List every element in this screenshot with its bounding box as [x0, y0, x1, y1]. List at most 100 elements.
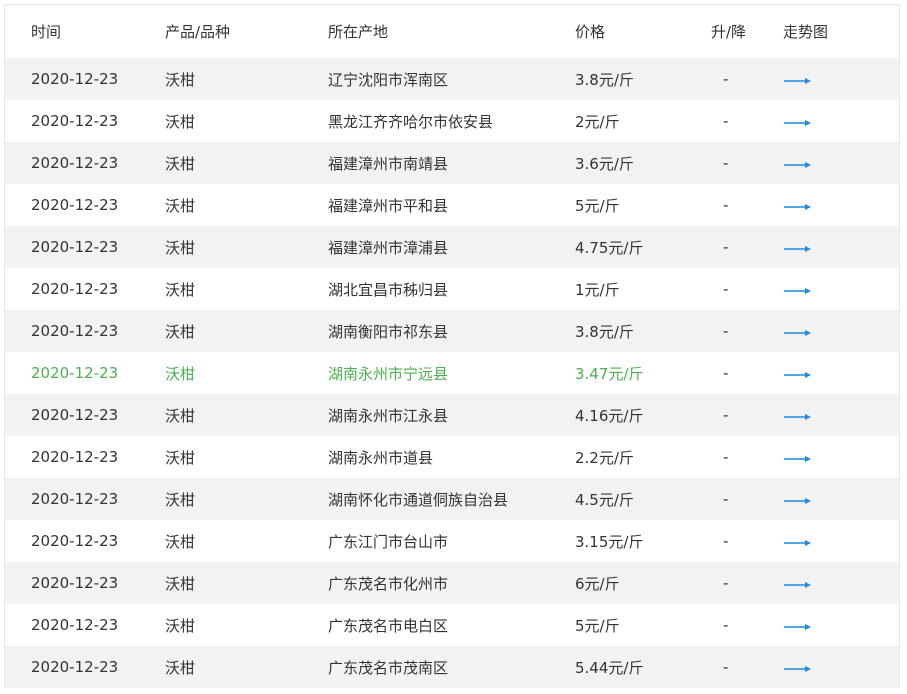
- cell-trend[interactable]: [779, 196, 899, 214]
- cell-product: 沃柑: [165, 616, 196, 635]
- cell-trend[interactable]: [779, 490, 899, 508]
- cell-date: 2020-12-23: [31, 490, 119, 508]
- table-body: 2020-12-23 沃柑 辽宁沈阳市浑南区 3.8元/斤 -2020-12-23 沃柑黑…: [5, 58, 899, 688]
- cell-trend[interactable]: [779, 280, 899, 298]
- cell-price: 3.15元/斤: [575, 532, 644, 551]
- arrow-right-icon[interactable]: [783, 118, 813, 128]
- arrow-right-icon[interactable]: [783, 412, 813, 422]
- arrow-right-icon[interactable]: [783, 244, 813, 254]
- column-header-origin: 所在产地: [328, 23, 389, 41]
- cell-product: 沃柑: [165, 658, 196, 677]
- cell-change: -: [723, 490, 729, 508]
- cell-change: -: [723, 196, 729, 214]
- cell-origin: 湖南永州市宁远县: [328, 364, 449, 383]
- arrow-right-icon[interactable]: [783, 202, 813, 212]
- cell-origin: 湖南永州市江永县: [328, 406, 449, 425]
- cell-price: 4.16元/斤: [575, 406, 644, 425]
- cell-product: 沃柑: [165, 574, 196, 593]
- column-header-change: 升/降: [711, 23, 747, 41]
- cell-price: 6元/斤: [575, 574, 620, 593]
- arrow-right-icon[interactable]: [783, 160, 813, 170]
- arrow-right-icon[interactable]: [783, 496, 813, 506]
- cell-price: 3.47元/斤: [575, 364, 644, 383]
- cell-change: -: [723, 364, 729, 382]
- cell-price: 3.6元/斤: [575, 154, 634, 173]
- cell-change: -: [723, 406, 729, 424]
- table-row[interactable]: 2020-12-23 沃柑 湖北宜昌市秭归县 1元/斤 -: [5, 268, 899, 310]
- price-table: 时间 产品/品种 所在产地 价格 升/降 走势图 2020-12-23 沃柑 辽宁沈…: [4, 4, 900, 688]
- cell-origin: 广东茂名市茂南区: [328, 658, 449, 677]
- cell-trend[interactable]: [779, 154, 899, 172]
- arrow-right-icon[interactable]: [783, 580, 813, 590]
- cell-date: 2020-12-23: [31, 532, 119, 550]
- table-row[interactable]: 2020-12-23 沃柑 广东茂名市电白区 5元/斤 -: [5, 604, 899, 646]
- cell-date: 2020-12-23: [31, 574, 119, 592]
- cell-trend[interactable]: [779, 616, 899, 634]
- table-row[interactable]: 2020-12-23 沃柑 广东茂名市茂南区 5.44元/斤 -: [5, 646, 899, 688]
- cell-price: 4.75元/斤: [575, 238, 644, 257]
- cell-trend[interactable]: [779, 364, 899, 382]
- table-row[interactable]: 2020-12-23 沃柑 福建漳州市平和县 5元/斤 -: [5, 184, 899, 226]
- cell-product: 沃柑: [165, 406, 196, 425]
- table-row[interactable]: 2020-12-23 沃柑 广东江门市台山市 3.15元/斤 -: [5, 520, 899, 562]
- cell-change: -: [723, 658, 729, 676]
- cell-origin: 湖南永州市道县: [328, 448, 434, 467]
- table-row[interactable]: 2020-12-23 沃柑 湖南怀化市通道侗族自治县 4.5元/斤 -: [5, 478, 899, 520]
- cell-origin: 广东茂名市电白区: [328, 616, 449, 635]
- cell-price: 1元/斤: [575, 280, 620, 299]
- table-row[interactable]: 2020-12-23 沃柑 湖南永州市道县 2.2元/斤 -: [5, 436, 899, 478]
- cell-product: 沃柑: [165, 280, 196, 299]
- table-row[interactable]: 2020-12-23 沃柑 黑龙江齐齐哈尔市依安县 2元/斤 -: [5, 100, 899, 142]
- table-row[interactable]: 2020-12-23 沃柑 福建漳州市漳浦县 4.75元/斤 -: [5, 226, 899, 268]
- cell-trend[interactable]: [779, 238, 899, 256]
- cell-product: 沃柑: [165, 196, 196, 215]
- table-row[interactable]: 2020-12-23 沃柑 福建漳州市南靖县 3.6元/斤 -: [5, 142, 899, 184]
- cell-trend[interactable]: [779, 574, 899, 592]
- arrow-right-icon[interactable]: [783, 286, 813, 296]
- arrow-right-icon[interactable]: [783, 76, 813, 86]
- cell-change: -: [723, 280, 729, 298]
- cell-date: 2020-12-23: [31, 658, 119, 676]
- cell-origin: 福建漳州市平和县: [328, 196, 449, 215]
- cell-product: 沃柑: [165, 70, 196, 89]
- cell-change: -: [723, 112, 729, 130]
- cell-product: 沃柑: [165, 154, 196, 173]
- cell-trend[interactable]: [779, 322, 899, 340]
- arrow-right-icon[interactable]: [783, 454, 813, 464]
- cell-date: 2020-12-23: [31, 196, 119, 214]
- cell-price: 5.44元/斤: [575, 658, 644, 677]
- cell-trend[interactable]: [779, 70, 899, 88]
- table-row[interactable]: 2020-12-23 沃柑 湖南永州市宁远县 3.47元/斤 -: [5, 352, 899, 394]
- cell-trend[interactable]: [779, 406, 899, 424]
- cell-trend[interactable]: [779, 112, 899, 130]
- cell-origin: 黑龙江齐齐哈尔市依安县: [328, 112, 494, 131]
- cell-product: 沃柑: [165, 112, 196, 131]
- cell-origin: 福建漳州市南靖县: [328, 154, 449, 173]
- table-row[interactable]: 2020-12-23 沃柑 湖南永州市江永县 4.16元/斤 -: [5, 394, 899, 436]
- cell-date: 2020-12-23: [31, 448, 119, 466]
- cell-date: 2020-12-23: [31, 70, 119, 88]
- arrow-right-icon[interactable]: [783, 538, 813, 548]
- cell-trend[interactable]: [779, 448, 899, 466]
- arrow-right-icon[interactable]: [783, 664, 813, 674]
- column-header-date: 时间: [31, 23, 62, 41]
- cell-price: 4.5元/斤: [575, 490, 634, 509]
- arrow-right-icon[interactable]: [783, 370, 813, 380]
- table-row[interactable]: 2020-12-23 沃柑 广东茂名市化州市 6元/斤 -: [5, 562, 899, 604]
- cell-change: -: [723, 322, 729, 340]
- cell-date: 2020-12-23: [31, 616, 119, 634]
- cell-origin: 湖南衡阳市祁东县: [328, 322, 449, 341]
- table-row[interactable]: 2020-12-23 沃柑 辽宁沈阳市浑南区 3.8元/斤 -: [5, 58, 899, 100]
- cell-trend[interactable]: [779, 532, 899, 550]
- cell-change: -: [723, 532, 729, 550]
- table-row[interactable]: 2020-12-23 沃柑 湖南衡阳市祁东县 3.8元/斤 -: [5, 310, 899, 352]
- cell-origin: 广东江门市台山市: [328, 532, 449, 551]
- cell-trend[interactable]: [779, 658, 899, 676]
- column-header-trend: 走势图: [783, 23, 829, 41]
- cell-change: -: [723, 448, 729, 466]
- cell-date: 2020-12-23: [31, 406, 119, 424]
- arrow-right-icon[interactable]: [783, 328, 813, 338]
- arrow-right-icon[interactable]: [783, 622, 813, 632]
- cell-product: 沃柑: [165, 238, 196, 257]
- cell-date: 2020-12-23: [31, 238, 119, 256]
